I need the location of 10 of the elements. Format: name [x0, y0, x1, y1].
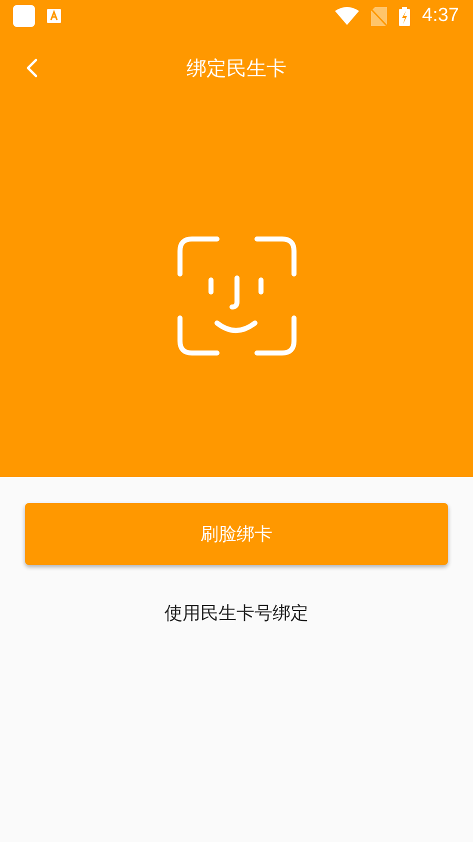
face-scan-icon — [176, 236, 296, 356]
battery-icon — [399, 6, 410, 26]
app-icon — [13, 5, 35, 27]
page-title: 绑定民生卡 — [186, 54, 286, 82]
wifi-icon — [335, 7, 360, 25]
back-icon — [26, 58, 38, 78]
status-time: 4:37 — [422, 5, 459, 27]
no-sim-icon — [371, 6, 388, 26]
card-number-bind-link[interactable]: 使用民生卡号绑定 — [160, 597, 312, 629]
notification-icon — [47, 9, 61, 23]
